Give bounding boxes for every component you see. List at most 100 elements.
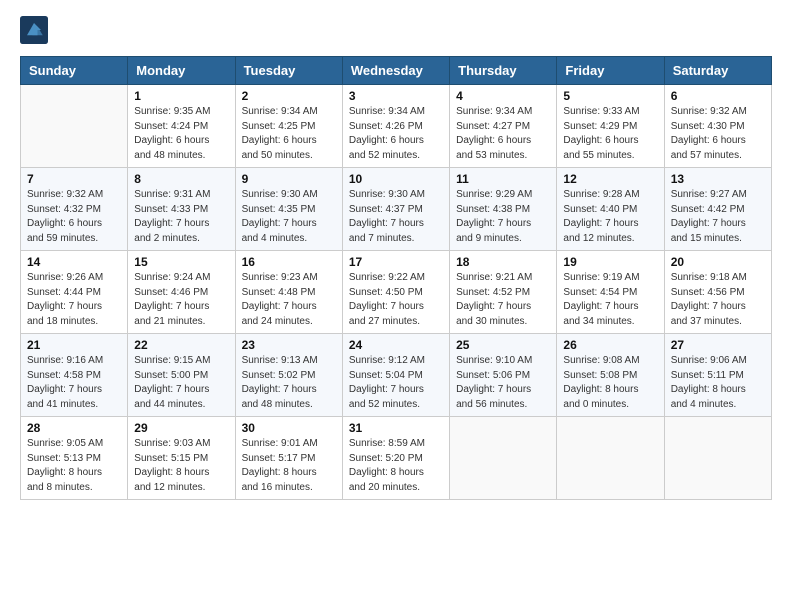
day-number: 6 [671, 89, 765, 103]
calendar-cell: 13 Sunrise: 9:27 AMSunset: 4:42 PMDayligh… [664, 168, 771, 251]
day-number: 29 [134, 421, 228, 435]
day-info: Sunrise: 9:12 AMSunset: 5:04 PMDaylight:… [349, 354, 443, 412]
day-info: Sunrise: 9:18 AMSunset: 4:56 PMDaylight:… [671, 271, 765, 329]
weekday-monday: Monday [128, 57, 235, 85]
calendar-cell: 9 Sunrise: 9:30 AMSunset: 4:35 PMDaylight… [235, 168, 342, 251]
day-info: Sunrise: 9:35 AMSunset: 4:24 PMDaylight:… [134, 105, 228, 163]
calendar-cell: 25Sunrise: 9:10 AMSunset: 5:06 PMDayligh… [450, 334, 557, 417]
day-info: Sunrise: 9:15 AMSunset: 5:00 PMDaylight:… [134, 354, 228, 412]
day-number: 26 [563, 338, 657, 352]
day-info: Sunrise: 9:27 AMSunset: 4:42 PMDaylight:… [671, 188, 765, 246]
calendar-cell [557, 417, 664, 500]
calendar-cell: 23Sunrise: 9:13 AMSunset: 5:02 PMDayligh… [235, 334, 342, 417]
day-info: Sunrise: 9:16 AMSunset: 4:58 PMDaylight:… [27, 354, 121, 412]
day-info: Sunrise: 9:30 AMSunset: 4:37 PMDaylight:… [349, 188, 443, 246]
day-number: 21 [27, 338, 121, 352]
calendar-cell: 28Sunrise: 9:05 AMSunset: 5:13 PMDayligh… [21, 417, 128, 500]
weekday-sunday: Sunday [21, 57, 128, 85]
calendar-cell: 24 Sunrise: 9:12 AMSunset: 5:04 PMDayligh… [342, 334, 449, 417]
weekday-thursday: Thursday [450, 57, 557, 85]
day-number: 2 [242, 89, 336, 103]
day-info: Sunrise: 9:34 AMSunset: 4:25 PMDaylight:… [242, 105, 336, 163]
calendar-cell: 17 Sunrise: 9:22 AMSunset: 4:50 PMDayligh… [342, 251, 449, 334]
day-number: 14 [27, 255, 121, 269]
calendar-cell: 7 Sunrise: 9:32 AMSunset: 4:32 PMDaylight… [21, 168, 128, 251]
day-number: 15 [134, 255, 228, 269]
day-info: Sunrise: 9:22 AMSunset: 4:50 PMDaylight:… [349, 271, 443, 329]
day-number: 18 [456, 255, 550, 269]
calendar-cell: 19 Sunrise: 9:19 AMSunset: 4:54 PMDayligh… [557, 251, 664, 334]
calendar-cell [21, 85, 128, 168]
day-info: Sunrise: 9:34 AMSunset: 4:26 PMDaylight:… [349, 105, 443, 163]
day-info: Sunrise: 9:08 AMSunset: 5:08 PMDaylight:… [563, 354, 657, 412]
day-number: 10 [349, 172, 443, 186]
calendar-cell: 27 Sunrise: 9:06 AMSunset: 5:11 PMDayligh… [664, 334, 771, 417]
day-info: Sunrise: 9:06 AMSunset: 5:11 PMDaylight:… [671, 354, 765, 412]
calendar-cell: 12Sunrise: 9:28 AMSunset: 4:40 PMDayligh… [557, 168, 664, 251]
day-info: Sunrise: 9:24 AMSunset: 4:46 PMDaylight:… [134, 271, 228, 329]
day-info: Sunrise: 9:33 AMSunset: 4:29 PMDaylight:… [563, 105, 657, 163]
day-number: 12 [563, 172, 657, 186]
day-number: 20 [671, 255, 765, 269]
logo [20, 16, 52, 44]
day-info: Sunrise: 9:19 AMSunset: 4:54 PMDaylight:… [563, 271, 657, 329]
day-number: 31 [349, 421, 443, 435]
calendar-week-2: 14 Sunrise: 9:26 AMSunset: 4:44 PMDayligh… [21, 251, 772, 334]
day-info: Sunrise: 9:23 AMSunset: 4:48 PMDaylight:… [242, 271, 336, 329]
day-number: 24 [349, 338, 443, 352]
day-info: Sunrise: 9:34 AMSunset: 4:27 PMDaylight:… [456, 105, 550, 163]
day-number: 7 [27, 172, 121, 186]
day-number: 16 [242, 255, 336, 269]
calendar-cell: 18 Sunrise: 9:21 AMSunset: 4:52 PMDayligh… [450, 251, 557, 334]
calendar-cell [664, 417, 771, 500]
calendar-cell: 15 Sunrise: 9:24 AMSunset: 4:46 PMDayligh… [128, 251, 235, 334]
header [20, 16, 772, 44]
day-number: 27 [671, 338, 765, 352]
calendar-week-3: 21 Sunrise: 9:16 AMSunset: 4:58 PMDayligh… [21, 334, 772, 417]
calendar-cell: 31Sunrise: 8:59 AMSunset: 5:20 PMDayligh… [342, 417, 449, 500]
calendar-week-0: 1 Sunrise: 9:35 AMSunset: 4:24 PMDaylight… [21, 85, 772, 168]
day-info: Sunrise: 9:30 AMSunset: 4:35 PMDaylight:… [242, 188, 336, 246]
weekday-header-row: SundayMondayTuesdayWednesdayThursdayFrid… [21, 57, 772, 85]
weekday-friday: Friday [557, 57, 664, 85]
day-number: 30 [242, 421, 336, 435]
day-info: Sunrise: 9:13 AMSunset: 5:02 PMDaylight:… [242, 354, 336, 412]
logo-icon [20, 16, 48, 44]
calendar-cell: 22 Sunrise: 9:15 AMSunset: 5:00 PMDayligh… [128, 334, 235, 417]
day-number: 5 [563, 89, 657, 103]
calendar-cell: 10 Sunrise: 9:30 AMSunset: 4:37 PMDayligh… [342, 168, 449, 251]
calendar-cell: 4 Sunrise: 9:34 AMSunset: 4:27 PMDaylight… [450, 85, 557, 168]
calendar-cell: 20 Sunrise: 9:18 AMSunset: 4:56 PMDayligh… [664, 251, 771, 334]
day-info: Sunrise: 9:31 AMSunset: 4:33 PMDaylight:… [134, 188, 228, 246]
calendar-week-1: 7 Sunrise: 9:32 AMSunset: 4:32 PMDaylight… [21, 168, 772, 251]
calendar-cell: 29Sunrise: 9:03 AMSunset: 5:15 PMDayligh… [128, 417, 235, 500]
day-number: 28 [27, 421, 121, 435]
day-number: 13 [671, 172, 765, 186]
day-info: Sunrise: 9:10 AMSunset: 5:06 PMDaylight:… [456, 354, 550, 412]
weekday-saturday: Saturday [664, 57, 771, 85]
calendar-table: SundayMondayTuesdayWednesdayThursdayFrid… [20, 56, 772, 500]
calendar-cell: 2 Sunrise: 9:34 AMSunset: 4:25 PMDaylight… [235, 85, 342, 168]
calendar-cell [450, 417, 557, 500]
calendar-cell: 1 Sunrise: 9:35 AMSunset: 4:24 PMDaylight… [128, 85, 235, 168]
calendar-week-4: 28Sunrise: 9:05 AMSunset: 5:13 PMDayligh… [21, 417, 772, 500]
day-number: 1 [134, 89, 228, 103]
calendar-page: SundayMondayTuesdayWednesdayThursdayFrid… [0, 0, 792, 612]
day-number: 19 [563, 255, 657, 269]
calendar-cell: 6 Sunrise: 9:32 AMSunset: 4:30 PMDaylight… [664, 85, 771, 168]
day-number: 22 [134, 338, 228, 352]
day-info: Sunrise: 9:32 AMSunset: 4:30 PMDaylight:… [671, 105, 765, 163]
day-info: Sunrise: 9:01 AMSunset: 5:17 PMDaylight:… [242, 437, 336, 495]
weekday-tuesday: Tuesday [235, 57, 342, 85]
day-info: Sunrise: 9:32 AMSunset: 4:32 PMDaylight:… [27, 188, 121, 246]
day-number: 4 [456, 89, 550, 103]
calendar-cell: 3Sunrise: 9:34 AMSunset: 4:26 PMDaylight… [342, 85, 449, 168]
day-info: Sunrise: 9:26 AMSunset: 4:44 PMDaylight:… [27, 271, 121, 329]
weekday-wednesday: Wednesday [342, 57, 449, 85]
day-number: 17 [349, 255, 443, 269]
day-number: 11 [456, 172, 550, 186]
day-number: 8 [134, 172, 228, 186]
day-number: 9 [242, 172, 336, 186]
calendar-cell: 11Sunrise: 9:29 AMSunset: 4:38 PMDayligh… [450, 168, 557, 251]
day-info: Sunrise: 9:21 AMSunset: 4:52 PMDaylight:… [456, 271, 550, 329]
